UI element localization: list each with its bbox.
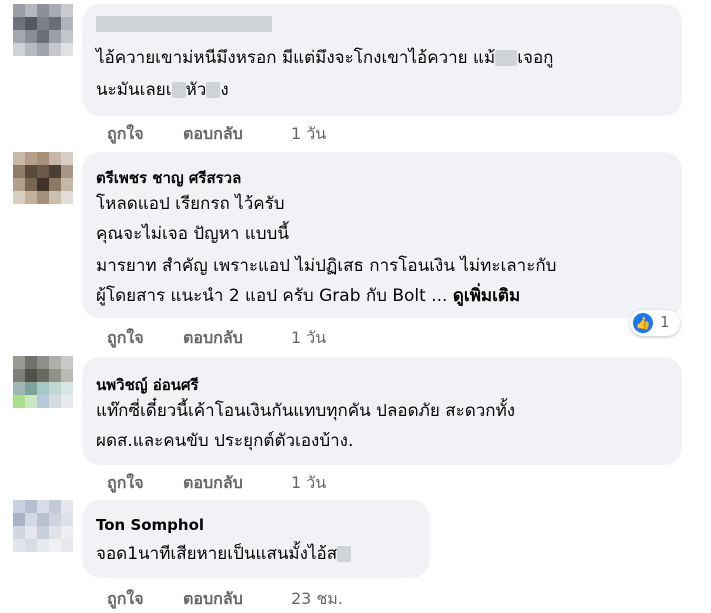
- comment-text-line: มารยาท สำคัญ เพราะแอป ไม่ปฏิเสธ การโอนเง…: [96, 256, 557, 276]
- comment-text-line: โหลดแอป เรียกรถ ไว้ครับ: [96, 194, 285, 214]
- see-more-link[interactable]: ดูเพิ่มเติม: [453, 286, 520, 306]
- like-thumbs-up-icon: 👍: [633, 313, 653, 333]
- reply-button[interactable]: ตอบกลับ: [183, 326, 243, 351]
- comment-author[interactable]: นพวิชญ์ อ่อนศรี: [96, 373, 199, 397]
- comment-text-line: ผดส.และคนขับ ประยุกต์ตัวเองบ้าง.: [96, 431, 354, 451]
- reaction-summary[interactable]: 👍 1: [630, 310, 680, 336]
- like-button[interactable]: ถูกใจ: [107, 326, 144, 351]
- comment-text-line: ไอ้ควายเขาม่หนีมึงหรอก มีแต่มึงจะโกงเขาไ…: [96, 48, 554, 68]
- comment-timestamp[interactable]: 1 วัน: [291, 471, 326, 496]
- reply-button[interactable]: ตอบกลับ: [183, 471, 243, 496]
- comment-timestamp[interactable]: 1 วัน: [291, 122, 326, 147]
- comment-bubble: นพวิชญ์ อ่อนศรี แท๊กซี่เดี๋ยวนี้เค้าโอนเ…: [82, 357, 682, 465]
- comment-bubble: Ton Somphol จอด1นาทีเสียหายเป็นแสนมั้งไอ…: [82, 500, 430, 578]
- avatar[interactable]: [13, 4, 73, 56]
- comment-author-blurred[interactable]: [96, 14, 272, 32]
- reply-button[interactable]: ตอบกลับ: [183, 587, 243, 612]
- comment-text-line: แท๊กซี่เดี๋ยวนี้เค้าโอนเงินกันแทบทุกคัน …: [96, 401, 516, 421]
- comment-bubble: ไอ้ควายเขาม่หนีมึงหรอก มีแต่มึงจะโกงเขาไ…: [82, 4, 682, 116]
- comment-timestamp[interactable]: 1 วัน: [291, 326, 326, 351]
- avatar[interactable]: [13, 500, 73, 552]
- reply-button[interactable]: ตอบกลับ: [183, 122, 243, 147]
- comment-text-line: ผู้โดยสาร แนะนำ 2 แอป ครับ Grab กับ Bolt…: [96, 286, 521, 306]
- comment-text-line: คุณจะไม่เจอ ปัญหา แบบนี้: [96, 224, 289, 244]
- comment-timestamp[interactable]: 23 ชม.: [291, 587, 343, 612]
- like-button[interactable]: ถูกใจ: [107, 471, 144, 496]
- avatar[interactable]: [13, 356, 73, 408]
- comment-bubble: ตรีเพชร ชาญ ศรีสรวล โหลดแอป เรียกรถ ไว้ค…: [82, 152, 682, 318]
- comment-author[interactable]: ตรีเพชร ชาญ ศรีสรวล: [96, 166, 241, 190]
- comment-text-line: นะมันเลยเ หัวง: [96, 80, 229, 100]
- like-button[interactable]: ถูกใจ: [107, 122, 144, 147]
- comment-author[interactable]: Ton Somphol: [96, 516, 204, 534]
- reaction-count: 1: [660, 313, 670, 331]
- avatar[interactable]: [13, 152, 73, 204]
- like-button[interactable]: ถูกใจ: [107, 587, 144, 612]
- comment-text-line: จอด1นาทีเสียหายเป็นแสนมั้งไอ้ส: [96, 542, 352, 566]
